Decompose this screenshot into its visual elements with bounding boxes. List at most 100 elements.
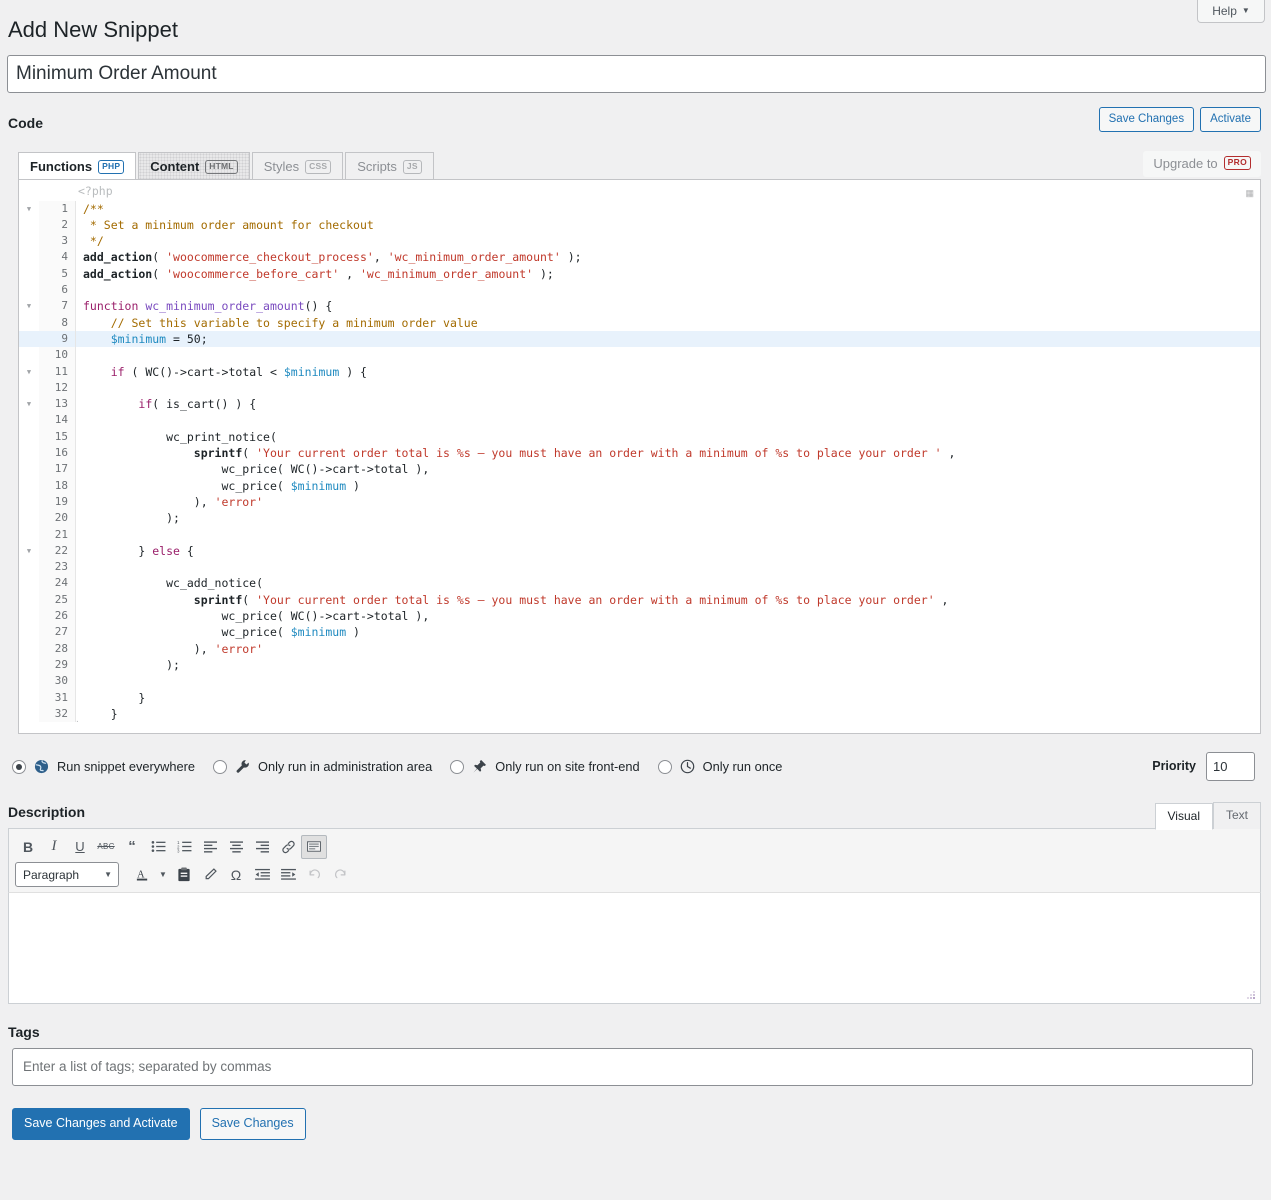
redo-icon[interactable] — [327, 863, 353, 887]
description-editor: Visual Text B I U ABC “ 123 — [8, 828, 1261, 1004]
code-line[interactable]: 17 wc_price( WC()->cart->total ), — [19, 461, 1260, 477]
code-line[interactable]: 10 — [19, 347, 1260, 363]
code-line[interactable]: 6 — [19, 282, 1260, 298]
code-line[interactable]: 24 wc_add_notice( — [19, 575, 1260, 591]
code-line[interactable]: 32 } — [19, 706, 1260, 722]
increase-indent-icon[interactable] — [275, 863, 301, 887]
code-line[interactable]: ▼7function wc_minimum_order_amount() { — [19, 298, 1260, 314]
code-line[interactable]: 25 sprintf( 'Your current order total is… — [19, 592, 1260, 608]
scope-label-admin: Only run in administration area — [258, 759, 432, 774]
fold-toggle-icon[interactable]: ▼ — [19, 364, 39, 380]
code-line[interactable]: 31 } — [19, 690, 1260, 706]
code-line[interactable]: 9 $minimum = 50; — [19, 331, 1260, 347]
clear-formatting-icon[interactable] — [197, 863, 223, 887]
code-line[interactable]: 15 wc_print_notice( — [19, 429, 1260, 445]
line-number: 6 — [39, 282, 75, 298]
code-line[interactable]: 8 // Set this variable to specify a mini… — [19, 315, 1260, 331]
tab-text[interactable]: Text — [1213, 802, 1261, 830]
save-changes-button-bottom[interactable]: Save Changes — [200, 1108, 306, 1141]
code-line[interactable]: 2 * Set a minimum order amount for check… — [19, 217, 1260, 233]
fold-toggle-icon[interactable]: ▼ — [19, 396, 39, 412]
fold-toggle-icon[interactable]: ▼ — [19, 201, 39, 217]
special-character-icon[interactable]: Ω — [223, 863, 249, 887]
upgrade-to-pro-button[interactable]: Upgrade to PRO — [1143, 151, 1261, 177]
code-text: * Set a minimum order amount for checkou… — [76, 217, 374, 233]
scope-option-everywhere[interactable]: Run snippet everywhere — [12, 759, 195, 775]
italic-icon[interactable]: I — [41, 835, 67, 859]
align-center-icon[interactable] — [223, 835, 249, 859]
align-right-icon[interactable] — [249, 835, 275, 859]
resize-grip-icon[interactable] — [1245, 989, 1257, 1001]
code-line[interactable]: 29 ); — [19, 657, 1260, 673]
tab-functions-label: Functions — [30, 159, 92, 176]
code-line[interactable]: 3 */ — [19, 233, 1260, 249]
bold-icon[interactable]: B — [15, 835, 41, 859]
code-editor-content[interactable]: <?php ▼1/**2 * Set a minimum order amoun… — [19, 180, 1260, 723]
scope-option-frontend[interactable]: Only run on site front-end — [450, 759, 639, 775]
save-and-activate-button[interactable]: Save Changes and Activate — [12, 1108, 190, 1141]
text-color-icon[interactable]: A — [129, 863, 155, 887]
description-body[interactable] — [8, 892, 1261, 1004]
line-number: 5 — [39, 266, 75, 282]
code-line[interactable]: 12 — [19, 380, 1260, 396]
code-line[interactable]: 5add_action( 'woocommerce_before_cart' ,… — [19, 266, 1260, 282]
undo-icon[interactable] — [301, 863, 327, 887]
svg-text:3: 3 — [177, 849, 180, 854]
activate-button[interactable]: Activate — [1200, 107, 1261, 132]
code-line[interactable]: 30 — [19, 673, 1260, 689]
strikethrough-icon[interactable]: ABC — [93, 835, 119, 859]
scope-option-admin[interactable]: Only run in administration area — [213, 759, 432, 775]
code-line[interactable]: 21 — [19, 527, 1260, 543]
chevron-down-icon: ▼ — [104, 870, 112, 879]
js-badge: JS — [403, 160, 422, 173]
paste-as-text-icon[interactable] — [171, 863, 197, 887]
fold-toggle-icon[interactable]: ▼ — [19, 298, 39, 314]
fold-toggle-icon[interactable]: ▼ — [19, 543, 39, 559]
toolbar-toggle-icon[interactable] — [301, 835, 327, 859]
underline-icon[interactable]: U — [67, 835, 93, 859]
code-line[interactable]: ▼13 if( is_cart() ) { — [19, 396, 1260, 412]
link-icon[interactable] — [275, 835, 301, 859]
tags-input[interactable] — [12, 1048, 1253, 1086]
code-line[interactable]: 16 sprintf( 'Your current order total is… — [19, 445, 1260, 461]
code-editor[interactable]: ▦ <?php ▼1/**2 * Set a minimum order amo… — [18, 179, 1261, 734]
code-line[interactable]: 26 wc_price( WC()->cart->total ), — [19, 608, 1260, 624]
page-title: Add New Snippet — [6, 0, 1265, 55]
code-line[interactable]: 4add_action( 'woocommerce_checkout_proce… — [19, 249, 1260, 265]
format-select[interactable]: Paragraph ▼ — [15, 862, 119, 887]
radio-run-admin[interactable] — [213, 760, 227, 774]
bulleted-list-icon[interactable] — [145, 835, 171, 859]
snippet-title-input[interactable] — [7, 55, 1266, 93]
code-text: wc_price( WC()->cart->total ), — [76, 461, 429, 477]
tab-visual[interactable]: Visual — [1155, 803, 1213, 831]
code-text: wc_print_notice( — [76, 429, 277, 445]
code-line[interactable]: 18 wc_price( $minimum ) — [19, 478, 1260, 494]
code-line[interactable]: ▼22 } else { — [19, 543, 1260, 559]
code-header-actions: Save Changes Activate — [1099, 107, 1261, 132]
code-line[interactable]: 28 ), 'error' — [19, 641, 1260, 657]
blockquote-icon[interactable]: “ — [119, 835, 145, 859]
code-tabs-row: Functions PHP Content HTML Styles CSS Sc… — [6, 151, 1265, 179]
code-line[interactable]: 19 ), 'error' — [19, 494, 1260, 510]
code-line[interactable]: 23 — [19, 559, 1260, 575]
radio-run-everywhere[interactable] — [12, 760, 26, 774]
code-line[interactable]: 14 — [19, 412, 1260, 428]
align-left-icon[interactable] — [197, 835, 223, 859]
code-line[interactable]: ▼1/** — [19, 201, 1260, 217]
save-changes-button-top[interactable]: Save Changes — [1099, 107, 1194, 132]
radio-run-frontend[interactable] — [450, 760, 464, 774]
line-number: 4 — [39, 249, 75, 265]
chevron-down-icon: ▼ — [1242, 7, 1250, 15]
numbered-list-icon[interactable]: 123 — [171, 835, 197, 859]
radio-run-once[interactable] — [658, 760, 672, 774]
code-line[interactable]: ▼11 if ( WC()->cart->total < $minimum ) … — [19, 364, 1260, 380]
code-lines[interactable]: ▼1/**2 * Set a minimum order amount for … — [19, 201, 1260, 723]
code-line[interactable]: 27 wc_price( $minimum ) — [19, 624, 1260, 640]
priority-input[interactable] — [1206, 752, 1255, 781]
line-number: 22 — [39, 543, 75, 559]
color-caret-icon[interactable]: ▼ — [155, 863, 171, 887]
decrease-indent-icon[interactable] — [249, 863, 275, 887]
code-line[interactable]: 20 ); — [19, 510, 1260, 526]
scope-option-once[interactable]: Only run once — [658, 759, 783, 775]
help-button[interactable]: Help ▼ — [1197, 0, 1265, 23]
